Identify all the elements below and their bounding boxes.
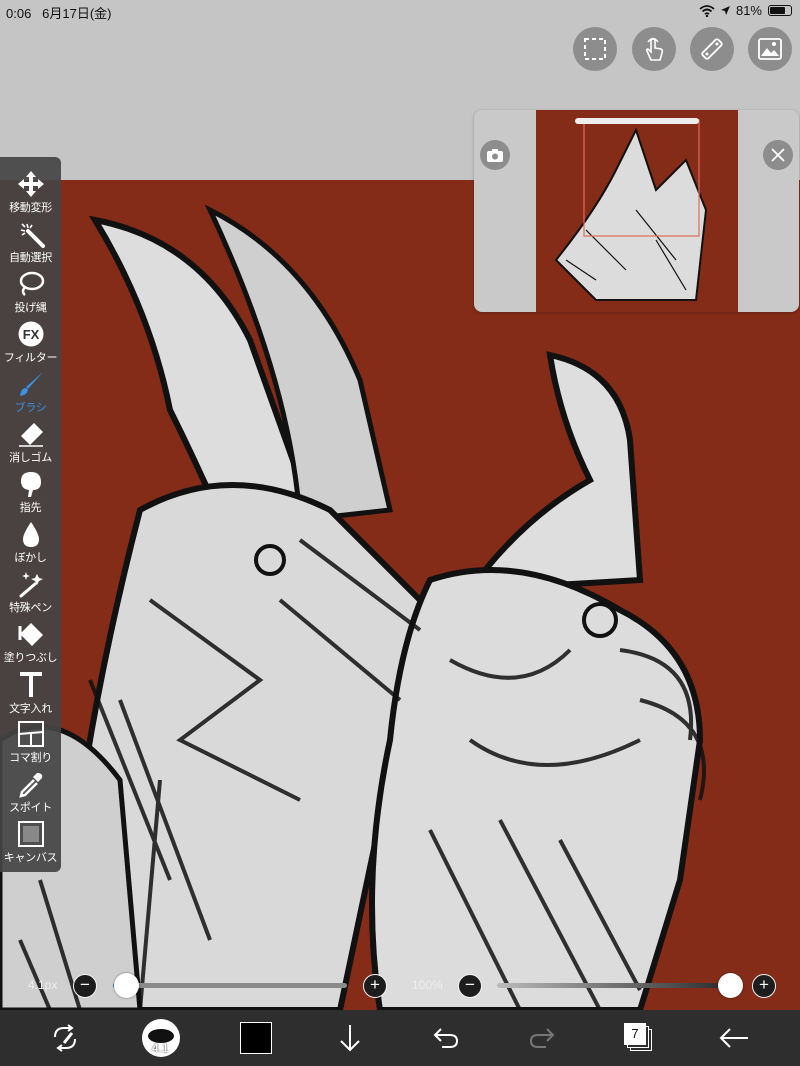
primary-color-button[interactable]	[234, 1010, 278, 1066]
tool-filter[interactable]: FX フィルター	[0, 315, 61, 365]
selection-icon	[584, 38, 606, 60]
undo-icon	[433, 1028, 459, 1048]
navigator-close-button[interactable]	[763, 140, 793, 170]
finger-icon	[20, 472, 41, 497]
camera-icon	[487, 148, 503, 162]
tool-smudge-label: 指先	[19, 502, 42, 514]
gesture-button[interactable]	[632, 27, 676, 71]
tool-move[interactable]: 移動変形	[0, 165, 61, 215]
back-button[interactable]	[712, 1010, 756, 1066]
magic-wand-icon	[20, 223, 45, 248]
battery-icon	[768, 5, 792, 16]
tool-frame[interactable]: コマ割り	[0, 715, 61, 765]
navigator-artwork	[554, 119, 708, 301]
arrow-left-icon	[719, 1028, 748, 1048]
special-pen-icon	[19, 572, 43, 598]
tool-eyedropper[interactable]: スポイト	[0, 765, 61, 815]
tool-blur-label: ぼかし	[14, 552, 47, 564]
tool-frame-label: コマ割り	[9, 752, 52, 764]
navigator-drag-handle[interactable]	[575, 118, 699, 124]
gesture-icon	[645, 37, 664, 61]
redo-icon	[529, 1028, 555, 1048]
fx-icon: FX	[18, 321, 43, 347]
brush-icon	[19, 372, 43, 396]
eraser-icon	[18, 423, 43, 447]
tool-eyedropper-label: スポイト	[9, 802, 52, 814]
tool-move-label: 移動変形	[9, 202, 52, 214]
tool-eraser-label: 消しゴム	[9, 452, 52, 464]
tool-brush[interactable]: ブラシ	[0, 365, 61, 415]
brush-size-badge: 4.1	[152, 1041, 169, 1055]
brush-preview-button[interactable]: 4.1	[138, 1010, 184, 1066]
blur-drop-icon	[22, 522, 39, 547]
tool-magic-wand[interactable]: 自動選択	[0, 215, 61, 265]
gallery-icon	[758, 38, 782, 60]
opacity-label: 100%	[412, 978, 443, 992]
tool-canvas[interactable]: キャンバス	[0, 815, 61, 865]
status-time: 0:06	[6, 6, 32, 21]
primary-color-swatch	[240, 1022, 272, 1054]
text-icon	[19, 672, 42, 697]
tool-fill-label: 塗りつぶし	[3, 652, 58, 664]
ruler-button[interactable]	[690, 27, 734, 71]
opacity-plus-button[interactable]: +	[752, 974, 776, 998]
tool-text[interactable]: 文字入れ	[0, 665, 61, 715]
tool-magic-wand-label: 自動選択	[9, 252, 52, 264]
arrow-down-icon	[340, 1025, 360, 1052]
layers-button[interactable]: 7	[616, 1010, 660, 1066]
status-time-date: 0:06 6月17日(金)	[6, 3, 112, 22]
canvas-icon	[17, 821, 44, 847]
location-icon	[720, 5, 730, 15]
tool-text-label: 文字入れ	[9, 703, 52, 715]
tool-lasso[interactable]: 投げ縄	[0, 265, 61, 315]
svg-text:FX: FX	[22, 327, 39, 342]
frame-divider-icon	[17, 721, 44, 747]
redo-button[interactable]	[522, 1010, 562, 1066]
tool-brush-label: ブラシ	[14, 402, 47, 414]
swap-arrows-icon	[54, 1024, 76, 1052]
opacity-minus-button[interactable]: −	[458, 974, 482, 998]
tool-smudge[interactable]: 指先	[0, 465, 61, 515]
save-down-button[interactable]	[330, 1010, 370, 1066]
tool-fill[interactable]: 塗りつぶし	[0, 615, 61, 665]
ruler-icon	[701, 38, 723, 60]
gallery-button[interactable]	[748, 27, 792, 71]
brush-preview-icon: 4.1	[142, 1019, 180, 1057]
navigator-panel[interactable]	[474, 110, 799, 312]
layers-icon: 7	[623, 1023, 653, 1053]
bottom-toolbar: 4.1 7	[0, 1010, 800, 1066]
tool-special-pen[interactable]: 特殊ペン	[0, 565, 61, 615]
battery-percent: 81%	[735, 3, 762, 18]
opacity-slider[interactable]	[497, 983, 743, 988]
tool-special-pen-label: 特殊ペン	[9, 602, 52, 614]
wifi-icon	[699, 4, 715, 17]
brush-size-label: 4.1px	[28, 978, 58, 992]
bucket-icon	[18, 623, 43, 646]
tool-blur[interactable]: ぼかし	[0, 515, 61, 565]
brush-size-minus-button[interactable]: −	[73, 974, 97, 998]
tool-palette: 移動変形 自動選択 投げ縄 FX フィルター ブラシ 消しゴム 指先 ぼかし 特…	[0, 157, 61, 872]
brush-size-slider[interactable]	[113, 983, 347, 988]
eyedropper-icon	[18, 773, 42, 798]
brush-size-plus-button[interactable]: +	[363, 974, 387, 998]
tool-canvas-label: キャンバス	[3, 852, 58, 864]
status-date: 6月17日(金)	[42, 6, 112, 21]
navigator-thumbnail[interactable]	[536, 110, 738, 312]
undo-button[interactable]	[426, 1010, 466, 1066]
selection-button[interactable]	[573, 27, 617, 71]
status-bar: 0:06 6月17日(金) 81%	[0, 0, 800, 22]
status-right: 81%	[699, 3, 792, 18]
layer-count: 7	[624, 1023, 646, 1045]
tool-lasso-label: 投げ縄	[14, 302, 47, 314]
brush-size-slider-knob[interactable]	[114, 973, 139, 998]
opacity-slider-knob[interactable]	[718, 973, 743, 998]
tool-eraser[interactable]: 消しゴム	[0, 415, 61, 465]
close-icon	[771, 148, 785, 162]
color-swap-button[interactable]	[40, 1010, 90, 1066]
tool-filter-label: フィルター	[3, 352, 58, 364]
lasso-icon	[19, 271, 44, 296]
navigator-camera-button[interactable]	[480, 140, 510, 170]
move-icon	[17, 171, 44, 197]
